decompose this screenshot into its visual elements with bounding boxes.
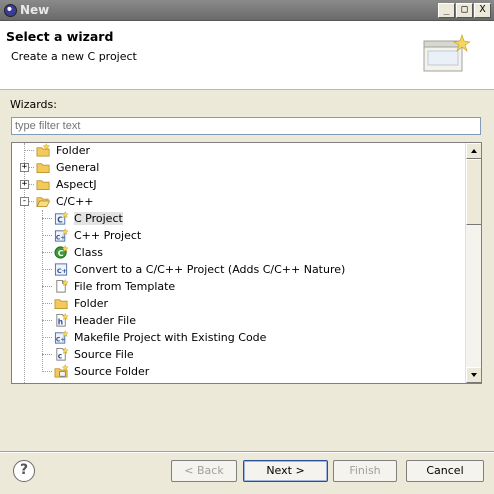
tree-item-label: Convert to a C/C++ Project (Adds C/C++ N… (74, 263, 346, 276)
arrow-up-icon (471, 149, 477, 153)
next-button[interactable]: Next > (243, 460, 328, 482)
tree-item-label: Folder (56, 144, 90, 157)
svg-text:C+: C+ (57, 267, 67, 275)
vertical-scrollbar[interactable] (465, 143, 481, 383)
collapse-icon[interactable]: - (20, 197, 29, 206)
tree-item[interactable]: Source Folder (12, 363, 465, 380)
folder-open-icon (36, 197, 51, 208)
tree-connector-line (42, 252, 52, 253)
tree-connector-line (42, 337, 52, 338)
tree-item-label: C++ Project (74, 229, 142, 242)
c-project-icon: C (54, 211, 69, 225)
cancel-button[interactable]: Cancel (406, 460, 484, 482)
tree-item-label: Class (74, 246, 103, 259)
window-title: New (20, 3, 50, 17)
svg-text:C: C (57, 215, 63, 224)
finish-button[interactable]: Finish (333, 460, 397, 482)
tree-item[interactable]: C Class (12, 244, 465, 261)
class-icon: C (54, 245, 69, 259)
tree-item[interactable]: C+ C++ Project (12, 227, 465, 244)
tree-item-label: Header File (74, 314, 136, 327)
tree-item-label: Folder (74, 297, 108, 310)
maximize-button[interactable]: □ (456, 3, 473, 18)
tree-connector-line (42, 354, 52, 355)
source-file-icon: c (56, 347, 69, 361)
help-button[interactable]: ? (13, 460, 35, 482)
tree-item[interactable]: C C Project (12, 210, 465, 227)
footer-separator (0, 451, 494, 453)
folder-icon (36, 180, 50, 191)
tree-item[interactable]: c Source File (12, 346, 465, 363)
tree-item[interactable]: h Header File (12, 312, 465, 329)
page-title: Select a wizard (6, 29, 114, 44)
wizards-label: Wizards: (10, 98, 57, 111)
tree-items: Folder + General + AspectJ - C/C++ C C Project C+… (12, 143, 465, 383)
tree-connector-line (42, 303, 52, 304)
arrow-down-icon (471, 373, 477, 377)
tree-connector-line (42, 320, 52, 321)
tree-item-label: Source File (74, 348, 134, 361)
tree-item[interactable]: + General (12, 159, 465, 176)
tree-item[interactable]: + AspectJ (12, 176, 465, 193)
eclipse-icon (4, 4, 17, 17)
folder-new-icon (36, 143, 51, 157)
cpp-project-icon: C+ (54, 228, 69, 242)
scroll-thumb[interactable] (466, 159, 481, 225)
tree-item-label: General (56, 161, 100, 174)
convert-icon: C+ (54, 263, 68, 276)
tree-item[interactable]: Folder (12, 143, 465, 159)
scroll-up-button[interactable] (466, 143, 481, 159)
file-icon (56, 279, 69, 293)
svg-text:C: C (58, 249, 64, 258)
filter-input[interactable] (11, 117, 481, 135)
svg-text:C+: C+ (56, 234, 66, 241)
svg-text:c: c (58, 351, 62, 360)
header-file-icon: h (56, 313, 69, 327)
expand-icon[interactable]: + (20, 163, 29, 172)
tree-item[interactable]: - C/C++ (12, 193, 465, 210)
tree-item-label: Source Folder (74, 365, 150, 378)
tree-connector-line (42, 218, 52, 219)
tree-item-label: C Project (74, 212, 123, 225)
tree-item-label: C/C++ (56, 195, 94, 208)
page-description: Create a new C project (11, 50, 137, 63)
tree-item-label: File from Template (74, 280, 176, 293)
back-button[interactable]: < Back (171, 460, 237, 482)
makefile-project-icon: C+ (54, 330, 69, 344)
minimize-button[interactable]: _ (438, 3, 455, 18)
tree-item[interactable]: Folder (12, 295, 465, 312)
tree-connector-line (42, 235, 52, 236)
tree-item-label: AspectJ (56, 178, 97, 191)
svg-text:C+: C+ (56, 336, 66, 343)
scroll-down-button[interactable] (466, 367, 481, 383)
wizard-body: Wizards: Folder+General+AspectJ-C/C++CC … (0, 91, 494, 451)
folder-icon (54, 299, 68, 310)
svg-text:h: h (58, 317, 63, 326)
tree-item-label: Makefile Project with Existing Code (74, 331, 267, 344)
wizard-banner-icon (423, 33, 470, 72)
tree-item[interactable]: C+ Makefile Project with Existing Code (12, 329, 465, 346)
tree-connector-line (42, 371, 52, 372)
source-folder-icon (54, 364, 69, 378)
folder-icon (36, 163, 50, 174)
wizard-header: Select a wizard Create a new C project (0, 21, 494, 90)
tree-connector-line (42, 269, 52, 270)
wizard-tree[interactable]: Folder + General + AspectJ - C/C++ C C Project C+… (11, 142, 482, 384)
tree-item[interactable]: File from Template (12, 278, 465, 295)
tree-connector-line (24, 150, 34, 151)
window-titlebar[interactable]: New _ □ X (0, 0, 494, 21)
close-button[interactable]: X (474, 3, 491, 18)
tree-item[interactable]: C+ Convert to a C/C++ Project (Adds C/C++… (12, 261, 465, 278)
tree-connector-line (42, 286, 52, 287)
expand-icon[interactable]: + (20, 180, 29, 189)
